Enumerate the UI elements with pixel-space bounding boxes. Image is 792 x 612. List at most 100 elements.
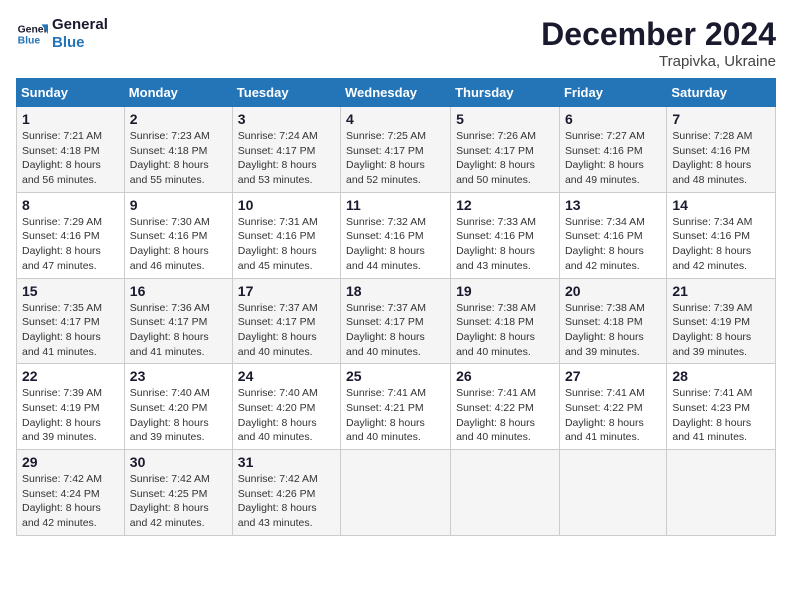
calendar-cell: 31Sunrise: 7:42 AMSunset: 4:26 PMDayligh… <box>232 450 340 536</box>
calendar-cell <box>667 450 776 536</box>
svg-text:Blue: Blue <box>18 36 41 47</box>
logo-line2: Blue <box>52 34 108 52</box>
calendar-cell: 5 Sunrise: 7:26 AMSunset: 4:17 PMDaylight… <box>451 107 560 193</box>
day-info: Sunrise: 7:38 AMSunset: 4:18 PMDaylight:… <box>565 301 661 360</box>
day-number: 31 <box>238 454 335 470</box>
location-subtitle: Trapivka, Ukraine <box>541 53 776 70</box>
day-number: 30 <box>130 454 227 470</box>
month-title: December 2024 <box>541 16 776 53</box>
calendar-cell: 12 Sunrise: 7:33 AMSunset: 4:16 PMDayligh… <box>451 192 560 278</box>
day-number: 19 <box>456 283 554 299</box>
calendar-cell: 23Sunrise: 7:40 AMSunset: 4:20 PMDayligh… <box>124 364 232 450</box>
day-number: 12 <box>456 197 554 213</box>
day-number: 4 <box>346 111 445 127</box>
calendar-cell: 27Sunrise: 7:41 AMSunset: 4:22 PMDayligh… <box>559 364 666 450</box>
day-number: 7 <box>672 111 770 127</box>
header-monday: Monday <box>124 79 232 107</box>
header-sunday: Sunday <box>17 79 125 107</box>
day-number: 26 <box>456 368 554 384</box>
day-info: Sunrise: 7:41 AMSunset: 4:21 PMDaylight:… <box>346 386 445 445</box>
logo-line1: General <box>52 16 108 34</box>
day-info: Sunrise: 7:40 AMSunset: 4:20 PMDaylight:… <box>238 386 335 445</box>
week-row-5: 29 Sunrise: 7:42 AMSunset: 4:24 PMDayligh… <box>17 450 776 536</box>
day-info: Sunrise: 7:34 AMSunset: 4:16 PMDaylight:… <box>672 215 770 274</box>
day-number: 6 <box>565 111 661 127</box>
day-number: 3 <box>238 111 335 127</box>
calendar-cell: 14 Sunrise: 7:34 AMSunset: 4:16 PMDayligh… <box>667 192 776 278</box>
calendar-cell: 24 Sunrise: 7:40 AMSunset: 4:20 PMDayligh… <box>232 364 340 450</box>
day-number: 2 <box>130 111 227 127</box>
calendar-cell: 4 Sunrise: 7:25 AMSunset: 4:17 PMDaylight… <box>341 107 451 193</box>
week-row-1: 1 Sunrise: 7:21 AMSunset: 4:18 PMDaylight… <box>17 107 776 193</box>
week-row-2: 8Sunrise: 7:29 AMSunset: 4:16 PMDaylight… <box>17 192 776 278</box>
day-info: Sunrise: 7:42 AMSunset: 4:25 PMDaylight:… <box>130 472 227 531</box>
calendar-cell: 29 Sunrise: 7:42 AMSunset: 4:24 PMDayligh… <box>17 450 125 536</box>
day-number: 29 <box>22 454 119 470</box>
day-number: 15 <box>22 283 119 299</box>
calendar-cell: 1 Sunrise: 7:21 AMSunset: 4:18 PMDaylight… <box>17 107 125 193</box>
day-info: Sunrise: 7:27 AMSunset: 4:16 PMDaylight:… <box>565 129 661 188</box>
day-number: 28 <box>672 368 770 384</box>
day-number: 17 <box>238 283 335 299</box>
week-row-4: 22 Sunrise: 7:39 AMSunset: 4:19 PMDayligh… <box>17 364 776 450</box>
calendar-cell: 10Sunrise: 7:31 AMSunset: 4:16 PMDayligh… <box>232 192 340 278</box>
day-number: 11 <box>346 197 445 213</box>
logo: General Blue General Blue <box>16 16 108 52</box>
day-number: 23 <box>130 368 227 384</box>
day-info: Sunrise: 7:38 AMSunset: 4:18 PMDaylight:… <box>456 301 554 360</box>
calendar-cell: 15 Sunrise: 7:35 AMSunset: 4:17 PMDayligh… <box>17 278 125 364</box>
calendar-cell: 16 Sunrise: 7:36 AMSunset: 4:17 PMDayligh… <box>124 278 232 364</box>
day-info: Sunrise: 7:35 AMSunset: 4:17 PMDaylight:… <box>22 301 119 360</box>
day-info: Sunrise: 7:32 AMSunset: 4:16 PMDaylight:… <box>346 215 445 274</box>
calendar-cell <box>559 450 666 536</box>
title-area: December 2024 Trapivka, Ukraine <box>541 16 776 70</box>
day-number: 27 <box>565 368 661 384</box>
day-info: Sunrise: 7:39 AMSunset: 4:19 PMDaylight:… <box>672 301 770 360</box>
day-number: 1 <box>22 111 119 127</box>
calendar-cell: 9Sunrise: 7:30 AMSunset: 4:16 PMDaylight… <box>124 192 232 278</box>
day-info: Sunrise: 7:41 AMSunset: 4:22 PMDaylight:… <box>456 386 554 445</box>
calendar-cell: 22 Sunrise: 7:39 AMSunset: 4:19 PMDayligh… <box>17 364 125 450</box>
calendar-cell: 3Sunrise: 7:24 AMSunset: 4:17 PMDaylight… <box>232 107 340 193</box>
day-info: Sunrise: 7:42 AMSunset: 4:24 PMDaylight:… <box>22 472 119 531</box>
day-number: 18 <box>346 283 445 299</box>
day-number: 14 <box>672 197 770 213</box>
day-info: Sunrise: 7:37 AMSunset: 4:17 PMDaylight:… <box>346 301 445 360</box>
day-number: 21 <box>672 283 770 299</box>
calendar-cell: 7 Sunrise: 7:28 AMSunset: 4:16 PMDaylight… <box>667 107 776 193</box>
header-row: SundayMondayTuesdayWednesdayThursdayFrid… <box>17 79 776 107</box>
header-wednesday: Wednesday <box>341 79 451 107</box>
day-info: Sunrise: 7:28 AMSunset: 4:16 PMDaylight:… <box>672 129 770 188</box>
day-info: Sunrise: 7:33 AMSunset: 4:16 PMDaylight:… <box>456 215 554 274</box>
calendar-cell: 19 Sunrise: 7:38 AMSunset: 4:18 PMDayligh… <box>451 278 560 364</box>
calendar-cell: 21 Sunrise: 7:39 AMSunset: 4:19 PMDayligh… <box>667 278 776 364</box>
calendar-cell: 8Sunrise: 7:29 AMSunset: 4:16 PMDaylight… <box>17 192 125 278</box>
calendar-cell: 26 Sunrise: 7:41 AMSunset: 4:22 PMDayligh… <box>451 364 560 450</box>
logo-icon: General Blue <box>16 18 48 50</box>
calendar-table: SundayMondayTuesdayWednesdayThursdayFrid… <box>16 78 776 536</box>
day-info: Sunrise: 7:26 AMSunset: 4:17 PMDaylight:… <box>456 129 554 188</box>
header-tuesday: Tuesday <box>232 79 340 107</box>
calendar-cell <box>341 450 451 536</box>
calendar-cell: 18 Sunrise: 7:37 AMSunset: 4:17 PMDayligh… <box>341 278 451 364</box>
day-number: 5 <box>456 111 554 127</box>
day-info: Sunrise: 7:34 AMSunset: 4:16 PMDaylight:… <box>565 215 661 274</box>
day-number: 24 <box>238 368 335 384</box>
day-info: Sunrise: 7:41 AMSunset: 4:23 PMDaylight:… <box>672 386 770 445</box>
day-info: Sunrise: 7:39 AMSunset: 4:19 PMDaylight:… <box>22 386 119 445</box>
day-number: 16 <box>130 283 227 299</box>
week-row-3: 15 Sunrise: 7:35 AMSunset: 4:17 PMDayligh… <box>17 278 776 364</box>
header-saturday: Saturday <box>667 79 776 107</box>
calendar-cell: 2Sunrise: 7:23 AMSunset: 4:18 PMDaylight… <box>124 107 232 193</box>
day-number: 9 <box>130 197 227 213</box>
calendar-cell: 20Sunrise: 7:38 AMSunset: 4:18 PMDayligh… <box>559 278 666 364</box>
day-number: 22 <box>22 368 119 384</box>
day-info: Sunrise: 7:21 AMSunset: 4:18 PMDaylight:… <box>22 129 119 188</box>
day-number: 13 <box>565 197 661 213</box>
day-info: Sunrise: 7:25 AMSunset: 4:17 PMDaylight:… <box>346 129 445 188</box>
calendar-cell: 13 Sunrise: 7:34 AMSunset: 4:16 PMDayligh… <box>559 192 666 278</box>
day-info: Sunrise: 7:36 AMSunset: 4:17 PMDaylight:… <box>130 301 227 360</box>
day-info: Sunrise: 7:29 AMSunset: 4:16 PMDaylight:… <box>22 215 119 274</box>
page-header: General Blue General Blue December 2024 … <box>16 16 776 70</box>
day-info: Sunrise: 7:37 AMSunset: 4:17 PMDaylight:… <box>238 301 335 360</box>
